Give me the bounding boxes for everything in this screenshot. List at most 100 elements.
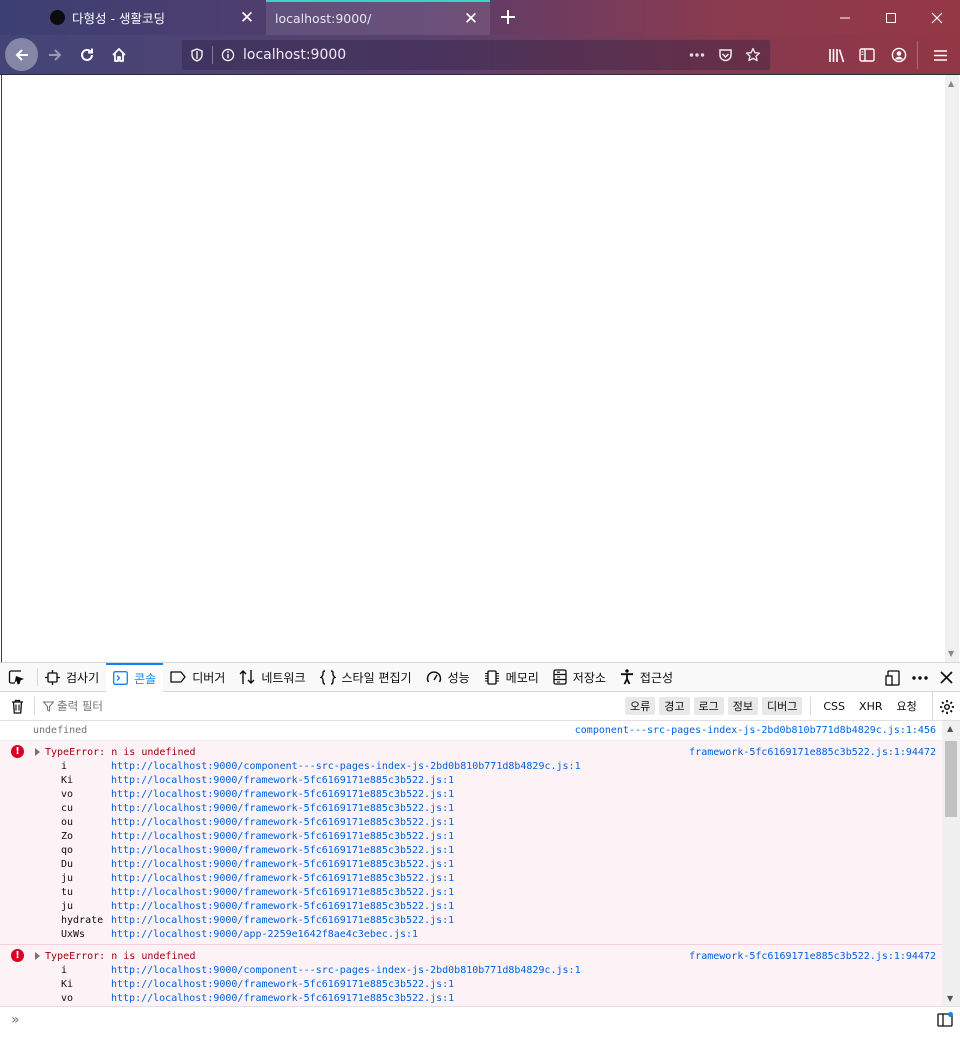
level-warnings-button[interactable]: 경고 [659, 697, 690, 715]
tab-style-editor[interactable]: 스타일 편집기 [313, 663, 419, 692]
tab-label: 네트워크 [261, 670, 306, 685]
account-button[interactable] [884, 40, 914, 70]
stack-frame: vo http://localhost:9000/framework-5fc616… [0, 787, 942, 801]
frame-function: UxWs [61, 928, 86, 940]
divider [810, 697, 812, 715]
dock-options-button[interactable] [881, 663, 905, 692]
frame-source-link[interactable]: http://localhost:9000/framework-5fc61691… [111, 915, 454, 926]
style-editor-icon [319, 669, 336, 685]
pocket-icon[interactable] [714, 44, 736, 66]
tab-performance[interactable]: 성능 [419, 663, 477, 692]
frame-source-link[interactable]: http://localhost:9000/framework-5fc61691… [111, 775, 454, 786]
editor-mode-button[interactable] [936, 1011, 954, 1029]
frame-source-link[interactable]: http://localhost:9000/app-2259e1642f8ae4… [111, 929, 418, 940]
frame-source-link[interactable]: http://localhost:9000/framework-5fc61691… [111, 803, 454, 814]
menu-button[interactable] [925, 40, 955, 70]
sidebar-icon [859, 48, 875, 62]
tab-storage[interactable]: 저장소 [546, 663, 613, 692]
minimize-icon [840, 17, 850, 18]
source-link[interactable]: component---src-pages-index-js-2bd0b810b… [575, 725, 936, 736]
type-css-button[interactable]: CSS [817, 697, 851, 715]
library-button[interactable] [821, 40, 851, 70]
prompt-chevron-icon: » [11, 1011, 20, 1028]
page-actions-icon[interactable] [686, 44, 708, 66]
frame-source-link[interactable]: http://localhost:9000/framework-5fc61691… [111, 831, 454, 842]
tab-debugger[interactable]: 디버거 [163, 663, 232, 692]
url-text[interactable]: localhost:9000 [239, 47, 686, 63]
frame-function: vo [61, 788, 74, 800]
frame-function: vo [61, 992, 74, 1004]
frame-source-link[interactable]: http://localhost:9000/framework-5fc61691… [111, 873, 454, 884]
scroll-up-icon[interactable]: ▲ [947, 724, 953, 733]
forward-button[interactable] [40, 40, 70, 70]
bookmark-star-icon[interactable] [742, 44, 764, 66]
tab-network[interactable]: 네트워크 [232, 663, 312, 692]
accessibility-icon [620, 669, 633, 685]
performance-icon [426, 671, 441, 683]
console-input[interactable]: » [0, 1006, 960, 1032]
filter-input[interactable] [57, 699, 357, 713]
gear-icon [939, 699, 954, 714]
expand-arrow-icon[interactable] [35, 748, 40, 756]
close-icon[interactable]: ✕ [460, 8, 482, 30]
maximize-button[interactable] [868, 0, 914, 35]
new-tab-button[interactable] [494, 3, 522, 31]
level-logs-button[interactable]: 로그 [693, 697, 724, 715]
frame-source-link[interactable]: http://localhost:9000/component---src-pa… [111, 761, 581, 772]
frame-source-link[interactable]: http://localhost:9000/framework-5fc61691… [111, 979, 454, 990]
source-link[interactable]: framework-5fc6169171e885c3b522.js:1:9447… [689, 747, 936, 758]
scroll-down-icon[interactable]: ▼ [948, 649, 954, 658]
frame-source-link[interactable]: http://localhost:9000/framework-5fc61691… [111, 817, 454, 828]
frame-source-link[interactable]: http://localhost:9000/framework-5fc61691… [111, 789, 454, 800]
minimize-button[interactable] [822, 0, 868, 35]
console-settings-button[interactable] [932, 692, 960, 721]
frame-function: ju [61, 900, 74, 912]
source-link[interactable]: framework-5fc6169171e885c3b522.js:1:9447… [689, 951, 936, 962]
page-scrollbar[interactable]: ▲ ▼ [945, 75, 959, 662]
reload-button[interactable] [72, 40, 102, 70]
tab-memory[interactable]: 메모리 [477, 663, 546, 692]
console-scrollbar[interactable]: ▲ ▼ [942, 721, 960, 1006]
scroll-down-icon[interactable]: ▼ [947, 994, 953, 1003]
frame-function: ou [61, 816, 74, 828]
sidebar-button[interactable] [852, 40, 882, 70]
tab-accessibility[interactable]: 접근성 [613, 663, 680, 692]
frame-source-link[interactable]: http://localhost:9000/framework-5fc61691… [111, 887, 454, 898]
frame-function: i [61, 760, 68, 772]
trash-icon [11, 699, 23, 714]
level-info-button[interactable]: 정보 [727, 697, 758, 715]
type-xhr-button[interactable]: XHR [853, 697, 888, 715]
tab-console[interactable]: 콘솔 [106, 662, 164, 692]
back-button[interactable] [5, 38, 38, 71]
log-text: undefined [33, 725, 88, 736]
stack-frame: Ki http://localhost:9000/framework-5fc616… [0, 773, 942, 787]
scroll-up-icon[interactable]: ▲ [948, 79, 954, 88]
frame-function: hydrate [61, 914, 104, 926]
more-options-button[interactable] [908, 663, 932, 692]
window-close-button[interactable] [914, 0, 960, 35]
responsive-design-icon [885, 669, 900, 686]
tab-inspector[interactable]: 검사기 [38, 663, 106, 692]
close-icon[interactable]: ✕ [236, 7, 258, 29]
level-errors-button[interactable]: 오류 [625, 697, 656, 715]
address-bar[interactable]: localhost:9000 [181, 39, 771, 71]
scrollbar-thumb[interactable] [945, 741, 957, 817]
home-button[interactable] [104, 40, 134, 70]
clear-console-button[interactable] [0, 692, 34, 721]
frame-source-link[interactable]: http://localhost:9000/component---src-pa… [111, 965, 581, 976]
error-icon: ! [11, 745, 24, 758]
type-requests-button[interactable]: 요청 [890, 697, 922, 715]
frame-source-link[interactable]: http://localhost:9000/framework-5fc61691… [111, 901, 454, 912]
frame-source-link[interactable]: http://localhost:9000/framework-5fc61691… [111, 993, 454, 1004]
stack-frame: ju http://localhost:9000/framework-5fc616… [0, 899, 942, 913]
element-picker-button[interactable] [0, 663, 37, 692]
level-debug-button[interactable]: 디버그 [762, 697, 803, 715]
tab-0[interactable]: 다형성 - 생활코딩 ✕ [40, 0, 266, 35]
frame-source-link[interactable]: http://localhost:9000/framework-5fc61691… [111, 845, 454, 856]
devtools-close-button[interactable] [934, 663, 958, 692]
expand-arrow-icon[interactable] [35, 952, 40, 960]
info-icon[interactable] [217, 44, 239, 66]
shield-icon[interactable] [186, 44, 208, 66]
frame-source-link[interactable]: http://localhost:9000/framework-5fc61691… [111, 859, 454, 870]
tab-1[interactable]: localhost:9000/ ✕ [266, 0, 490, 35]
